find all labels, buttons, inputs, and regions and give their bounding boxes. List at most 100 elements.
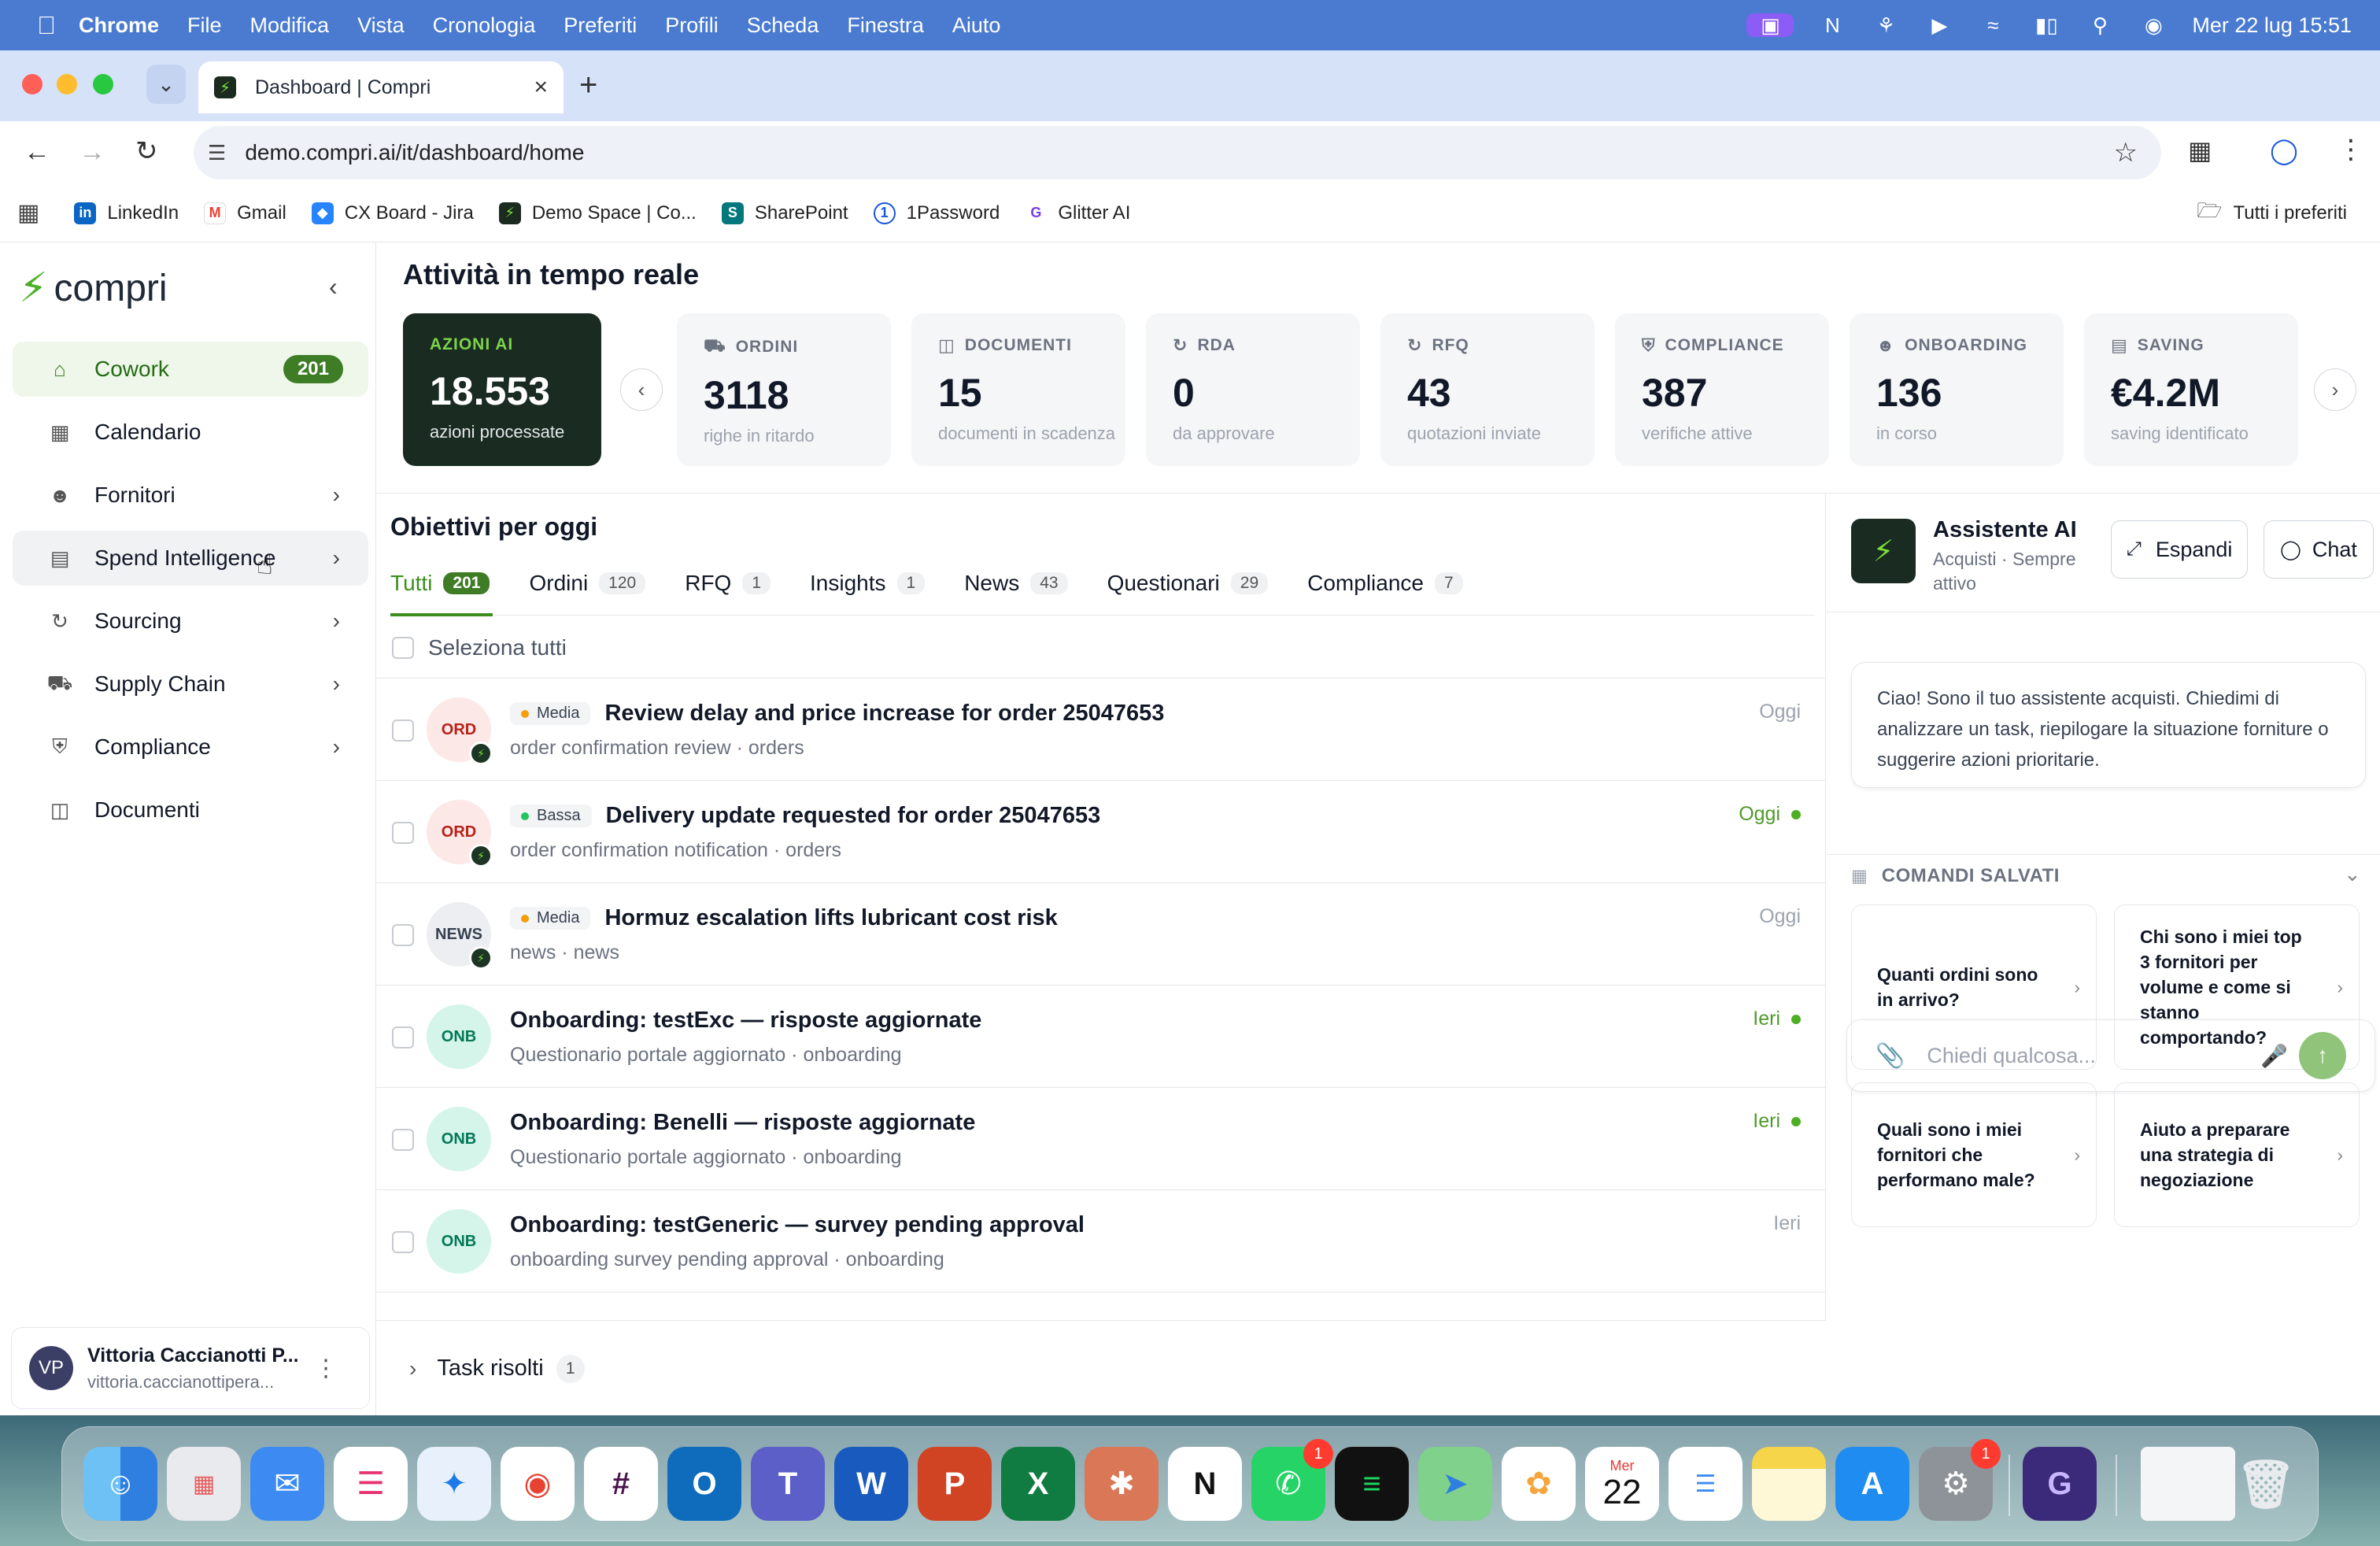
bookmark-jira[interactable]: ◆ CX Board - Jira — [311, 202, 474, 224]
sidebar-item-fornitori[interactable]: ☻ Fornitori › — [13, 468, 368, 523]
url-text[interactable]: demo.compri.ai/it/dashboard/home — [245, 140, 584, 165]
more-options-icon[interactable]: ⋮ — [314, 1355, 338, 1382]
collapse-sidebar-icon[interactable]: ‹ — [329, 272, 338, 301]
back-icon[interactable]: ← — [24, 137, 50, 168]
close-tab-icon[interactable]: × — [534, 74, 548, 101]
outlook-icon[interactable]: O — [667, 1447, 741, 1521]
stat-card-azioni-ai[interactable]: AZIONI AI 18.553 azioni processate — [403, 313, 601, 466]
task-row[interactable]: ONB Onboarding: testGeneric — survey pen… — [376, 1189, 1826, 1292]
expand-button[interactable]: ⤢ Espandi — [2111, 520, 2248, 579]
spotify-icon[interactable]: ≡ — [1335, 1447, 1409, 1521]
excel-icon[interactable]: X — [1001, 1447, 1075, 1521]
reminders-icon[interactable]: ☰ — [1669, 1447, 1743, 1521]
launchpad-icon[interactable]: ▦ — [167, 1447, 241, 1521]
reload-icon[interactable]: ↻ — [135, 135, 158, 167]
stat-card-saving[interactable]: ▤ SAVING €4.2M saving identificato — [2084, 313, 2298, 466]
bookmark-star-icon[interactable]: ☆ — [2114, 137, 2138, 168]
control-icon[interactable]: ⚘ — [1871, 13, 1901, 37]
calendar-app-icon[interactable]: Mer 22 — [1585, 1447, 1659, 1521]
close-window-button[interactable] — [22, 74, 42, 94]
menu-clock[interactable]: Mer 22 lug 15:51 — [2192, 13, 2352, 38]
whatsapp-icon[interactable]: ✆ 1 — [1251, 1439, 1333, 1521]
menu-file[interactable]: File — [187, 13, 222, 38]
task-checkbox[interactable] — [392, 719, 414, 742]
tab-tutti[interactable]: Tutti 201 — [390, 571, 490, 596]
profile-icon[interactable]: ◯ — [2270, 135, 2298, 165]
menu-finestra[interactable]: Finestra — [847, 13, 924, 38]
word-icon[interactable]: W — [834, 1447, 908, 1521]
glitter-ai-icon[interactable]: G — [2023, 1447, 2097, 1521]
send-button[interactable]: ↑ — [2299, 1032, 2346, 1079]
sidebar-item-supply-chain[interactable]: ⛟ Supply Chain › — [13, 656, 368, 712]
new-tab-button[interactable]: + — [579, 68, 597, 103]
trash-icon[interactable]: 🗑 — [2229, 1447, 2303, 1521]
stat-card-documenti[interactable]: ◫ DOCUMENTI 15 documenti in scadenza — [911, 313, 1125, 466]
menu-scheda[interactable]: Scheda — [747, 13, 819, 38]
stat-card-ordini[interactable]: ⛟ ORDINI 3118 righe in ritardo — [677, 313, 891, 466]
minimize-window-button[interactable] — [57, 74, 77, 94]
site-info-icon[interactable]: ☰ — [208, 141, 226, 165]
compri-logo[interactable]: ⚡ compri — [19, 264, 168, 312]
task-row[interactable]: ONB Onboarding: Benelli — risposte aggio… — [376, 1087, 1826, 1189]
recent-window-icon[interactable] — [2141, 1447, 2235, 1521]
menu-app-name[interactable]: Chrome — [79, 13, 159, 38]
bookmark-sharepoint[interactable]: S SharePoint — [721, 202, 848, 224]
chevron-down-icon[interactable]: ⌄ — [2344, 862, 2361, 886]
photos-icon[interactable]: ✿ — [1502, 1447, 1576, 1521]
resolved-tasks-section[interactable]: › Task risolti 1 — [376, 1320, 1826, 1416]
saved-commands-header[interactable]: ▦ COMANDI SALVATI — [1851, 865, 2060, 887]
sidebar-item-spend-intelligence[interactable]: ▤ Spend Intelligence › — [13, 531, 368, 586]
saved-command[interactable]: Quali sono i miei fornitori che performa… — [1851, 1082, 2097, 1227]
notes-icon[interactable] — [1752, 1447, 1826, 1521]
monday-icon[interactable]: ☰ — [334, 1447, 408, 1521]
task-checkbox[interactable] — [392, 822, 414, 844]
stat-card-onboarding[interactable]: ☻ ONBOARDING 136 in corso — [1850, 313, 2064, 466]
select-all-checkbox[interactable] — [392, 637, 414, 659]
carousel-prev-button[interactable]: ‹ — [620, 368, 663, 411]
tab-insights[interactable]: Insights 1 — [810, 571, 926, 596]
bookmark-1password[interactable]: 1 1Password — [873, 202, 1000, 224]
play-icon[interactable]: ▶ — [1924, 13, 1954, 37]
ask-placeholder[interactable]: Chiedi qualcosa... — [1927, 1044, 2096, 1068]
notion-icon[interactable]: N — [1168, 1447, 1242, 1521]
task-row[interactable]: NEWS ⚡ Media Hormuz escalation lifts lubr… — [376, 882, 1826, 985]
maps-icon[interactable]: ➤ — [1418, 1447, 1492, 1521]
stat-card-rda[interactable]: ↻ RDA 0 da approvare — [1146, 313, 1360, 466]
tab-compliance[interactable]: Compliance 7 — [1307, 571, 1463, 596]
wifi-icon[interactable]: ≈ — [1978, 13, 2008, 37]
app-store-icon[interactable]: A — [1835, 1447, 1909, 1521]
task-row[interactable]: ORD ⚡ Media Review delay and price increa… — [376, 678, 1826, 780]
tab-search-button[interactable]: ⌄ — [146, 65, 186, 104]
menu-modifica[interactable]: Modifica — [250, 13, 330, 38]
forward-icon[interactable]: → — [79, 137, 105, 168]
sidebar-item-sourcing[interactable]: ↻ Sourcing › — [13, 594, 368, 649]
tab-active[interactable]: ⚡ Dashboard | Compri × — [198, 61, 564, 113]
carousel-next-button[interactable]: › — [2314, 368, 2356, 411]
microphone-icon[interactable]: 🎤 — [2260, 1043, 2288, 1069]
safari-icon[interactable]: ✦ — [417, 1447, 491, 1521]
task-row[interactable]: ORD ⚡ Bassa Delivery update requested for… — [376, 780, 1826, 882]
control-center-icon[interactable]: ◉ — [2138, 13, 2168, 37]
teams-icon[interactable]: T — [751, 1447, 825, 1521]
search-icon[interactable]: ⚲ — [2085, 13, 2115, 37]
tab-news[interactable]: News 43 — [964, 571, 1068, 596]
menu-preferiti[interactable]: Preferiti — [564, 13, 637, 38]
menu-cronologia[interactable]: Cronologia — [433, 13, 536, 38]
screen-mirror-icon[interactable]: ▣ — [1746, 13, 1794, 37]
sidebar-item-documenti[interactable]: ◫ Documenti — [13, 782, 368, 838]
stat-card-compliance[interactable]: ⛨ COMPLIANCE 387 verifiche attive — [1615, 313, 1829, 466]
select-all-row[interactable]: Seleziona tutti — [392, 635, 567, 660]
stat-card-rfq[interactable]: ↻ RFQ 43 quotazioni inviate — [1380, 313, 1595, 466]
menu-dots-icon[interactable]: ⋮ — [2338, 134, 2364, 165]
apple-icon[interactable]:  — [27, 11, 66, 39]
menu-vista[interactable]: Vista — [357, 13, 405, 38]
sidebar-item-calendario[interactable]: ▦ Calendario — [13, 405, 368, 460]
task-checkbox[interactable] — [392, 924, 414, 946]
address-bar[interactable]: ☰ demo.compri.ai/it/dashboard/home ☆ — [194, 126, 2161, 179]
system-settings-icon[interactable]: ⚙ 1 — [1919, 1439, 2001, 1521]
slack-icon[interactable]: # — [584, 1447, 658, 1521]
task-checkbox[interactable] — [392, 1231, 414, 1253]
user-card[interactable]: VP Vittoria Caccianotti P... vittoria.ca… — [11, 1327, 370, 1409]
bookmark-gmail[interactable]: M Gmail — [204, 202, 286, 224]
sidebar-item-cowork[interactable]: ⌂ Cowork 201 — [13, 342, 368, 397]
